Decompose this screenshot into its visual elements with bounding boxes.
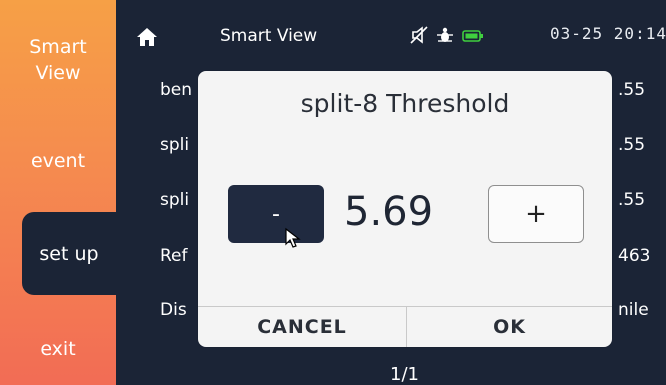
sidebar-item-label: Smart View bbox=[29, 36, 87, 84]
battery-icon bbox=[462, 28, 484, 42]
cancel-button[interactable]: CANCEL bbox=[198, 307, 406, 347]
page-indicator: 1/1 bbox=[390, 364, 419, 385]
list-item[interactable]: ben bbox=[160, 80, 192, 100]
sidebar-item-label: exit bbox=[40, 338, 76, 360]
list-item-value: nile bbox=[618, 300, 649, 320]
increment-button[interactable]: + bbox=[488, 185, 584, 243]
list-item-value: .55 bbox=[618, 135, 646, 155]
decrement-button[interactable]: - bbox=[228, 185, 324, 243]
dialog-title: split-8 Threshold bbox=[300, 89, 510, 118]
bug-icon bbox=[434, 24, 456, 46]
sidebar-item-event[interactable]: event bbox=[0, 148, 116, 174]
list-item-value: .55 bbox=[618, 80, 646, 100]
increment-label: + bbox=[525, 199, 547, 229]
clock: 03-25 20:14 bbox=[550, 24, 666, 43]
mouse-cursor-icon bbox=[284, 227, 306, 249]
page-title: Smart View bbox=[220, 26, 318, 46]
list-item-value: .55 bbox=[618, 190, 646, 210]
list-item[interactable]: Dis bbox=[160, 300, 187, 320]
sidebar-item-exit[interactable]: exit bbox=[0, 336, 116, 362]
decrement-label: - bbox=[272, 201, 280, 227]
list-item-value: 463 bbox=[618, 246, 651, 266]
list-item[interactable]: spli bbox=[160, 135, 189, 155]
threshold-dialog: split-8 Threshold - 5.69 + CANCEL OK bbox=[198, 71, 612, 347]
home-icon[interactable] bbox=[136, 26, 158, 48]
ok-button[interactable]: OK bbox=[407, 307, 612, 347]
status-bar: Smart View 03-25 20:14 bbox=[116, 0, 666, 70]
sidebar-item-smart-view[interactable]: Smart View bbox=[0, 34, 116, 86]
threshold-value: 5.69 bbox=[344, 189, 434, 235]
list-item[interactable]: spli bbox=[160, 190, 189, 210]
speaker-muted-icon bbox=[408, 24, 430, 46]
sidebar-item-label: set up bbox=[39, 242, 99, 265]
sidebar: Smart View event set up exit bbox=[0, 0, 116, 385]
list-item[interactable]: Ref bbox=[160, 246, 188, 266]
sidebar-item-set-up[interactable]: set up bbox=[22, 212, 116, 295]
sidebar-item-label: event bbox=[30, 150, 86, 172]
